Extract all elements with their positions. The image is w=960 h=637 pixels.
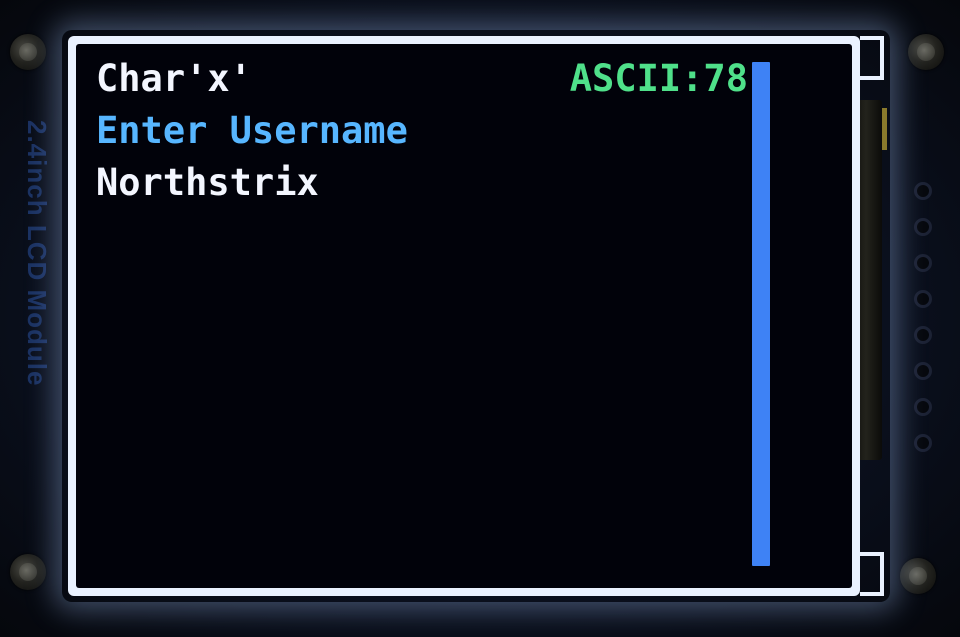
ascii-code-label: ASCII:78 [569,57,748,100]
mounting-screw-top-right [908,34,944,70]
header-pin [914,434,932,452]
header-pin [914,326,932,344]
header-pin-row [908,182,938,452]
mounting-screw-bottom-right [900,558,936,594]
bezel-notch-bottom [860,552,884,596]
mounting-screw-bottom-left [10,554,46,590]
header-pin [914,254,932,272]
header-pin [914,182,932,200]
lcd-module-board: 2.4inch LCD Module Char'x' ASCII:78 Ente… [0,0,960,637]
current-char-label: Char'x' [96,57,252,100]
mounting-screw-top-left [10,34,46,70]
scroll-indicator-bar[interactable] [752,62,770,566]
header-pin [914,218,932,236]
header-pin [914,362,932,380]
board-silkscreen-label: 2.4inch LCD Module [22,120,52,387]
lcd-screen: Char'x' ASCII:78 Enter Username Northstr… [76,44,852,588]
header-pin [914,290,932,308]
username-prompt: Enter Username [96,109,408,152]
header-pin [914,398,932,416]
bezel-notch-top [860,36,884,80]
username-input-value[interactable]: Northstrix [96,164,319,201]
